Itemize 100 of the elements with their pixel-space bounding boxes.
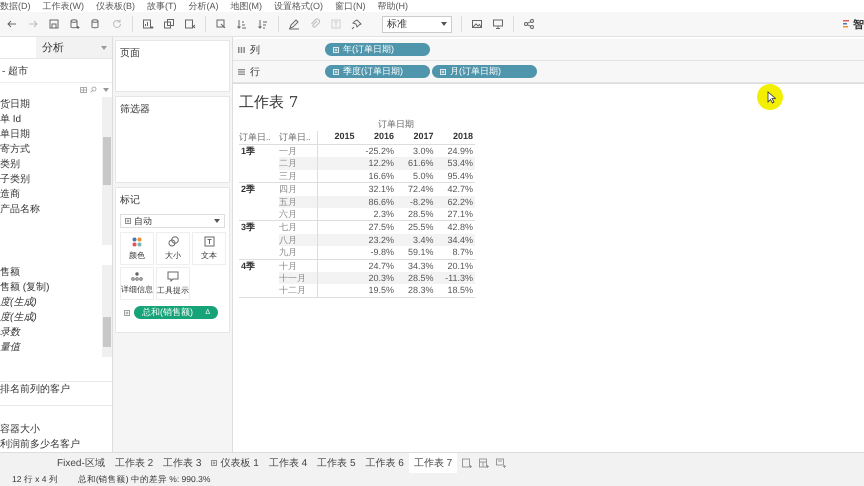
image-icon[interactable] (471, 18, 483, 30)
new-sheet-icon[interactable] (142, 18, 154, 30)
show-me-button[interactable]: 智 (843, 16, 864, 32)
year-header: 2015 (317, 131, 356, 145)
measure-field[interactable]: 量值 (0, 340, 102, 355)
mark-type-dropdown[interactable]: 自动 (120, 214, 225, 228)
set-field[interactable]: 排名前列的客户 (0, 382, 112, 397)
table-cell: 18.5% (436, 284, 475, 298)
dimension-field[interactable]: 造商 (0, 186, 102, 202)
table-cell: 3.4% (396, 234, 436, 246)
marks-card-title: 标记 (120, 194, 141, 207)
month-label: 九月 (279, 246, 317, 260)
monitor-icon[interactable] (492, 18, 504, 30)
sheet-tab[interactable]: 工作表 3 (158, 453, 206, 473)
sheet-tab[interactable]: Fixed-区域 (52, 453, 110, 473)
parameter-field[interactable]: 容器大小 (0, 422, 112, 437)
measure-field[interactable]: 录数 (0, 324, 102, 340)
menu-item[interactable]: 窗口(N) (335, 0, 366, 12)
table-cell: 27.1% (436, 208, 475, 222)
new-dashboard-icon[interactable] (478, 457, 490, 469)
marks-button[interactable]: 颜色 (120, 232, 154, 265)
rows-icon (238, 68, 245, 74)
new-worksheet-icon[interactable] (461, 457, 474, 469)
menu-item[interactable]: 仪表板(B) (96, 0, 135, 12)
sheet-tab[interactable]: 工作表 4 (264, 453, 312, 473)
year-header: 2018 (436, 131, 475, 145)
marks-button[interactable]: 详细信息 (120, 267, 154, 300)
sort-ascending-icon[interactable] (236, 18, 248, 30)
marks-button[interactable]: 工具提示 (156, 267, 190, 300)
month-label: 三月 (279, 170, 317, 184)
table-cell-text: 3.0% (412, 145, 434, 158)
sheet-tab[interactable]: 工作表 2 (110, 453, 158, 473)
new-story-icon[interactable] (495, 457, 508, 469)
dimension-field[interactable]: 单日期 (0, 126, 102, 142)
year-header: 2017 (396, 131, 436, 145)
table-cell: 62.2% (436, 196, 475, 208)
dimension-field[interactable]: 单 Id (0, 112, 102, 127)
columns-icon (238, 46, 245, 52)
table-cell: 53.4% (436, 157, 475, 170)
measure-field[interactable]: 度(生成) (0, 310, 102, 325)
row-header: 订单日.. (239, 131, 279, 145)
table-cell-text: 20.1% (446, 260, 474, 272)
paperclip-icon[interactable] (309, 18, 321, 30)
menu-item[interactable]: 数据(D) (0, 0, 30, 12)
table-cell: 28.3% (396, 284, 436, 298)
table-cell: 34.4% (436, 234, 475, 246)
empty-cell (317, 284, 356, 298)
sheet-tab[interactable]: 工作表 5 (312, 453, 361, 473)
menu-item[interactable]: 设置格式(O) (274, 0, 323, 12)
sheet-tab[interactable]: 工作表 7 (408, 453, 458, 473)
marks-button[interactable]: 大小 (156, 232, 190, 265)
analytics-tab[interactable]: 分析 (36, 37, 112, 58)
dimension-field[interactable]: 货日期 (0, 96, 102, 112)
status-text: 12 行 x 4 列 (12, 474, 58, 486)
row-header: 订单日.. (279, 131, 317, 145)
month-label: 六月 (279, 208, 317, 222)
table-cell: 86.6% (356, 196, 396, 208)
table-cell-text: 24.9% (446, 145, 474, 158)
dimension-field[interactable]: 类别 (0, 156, 102, 172)
measure-field[interactable]: 售额 (复制) (0, 280, 102, 295)
menu-item[interactable]: 帮助(H) (378, 0, 408, 12)
table-cell: 20.3% (356, 272, 396, 284)
database-plus-icon[interactable] (69, 18, 81, 30)
pin-icon[interactable] (351, 18, 363, 30)
dimension-field[interactable]: 寄方式 (0, 142, 102, 157)
sort-descending-icon[interactable] (257, 18, 269, 30)
sheet-tab[interactable]: 工作表 6 (360, 453, 409, 473)
shelf-label: 行 (250, 66, 260, 78)
view-size-dropdown[interactable]: 标准 (382, 16, 452, 32)
measure-field[interactable]: 售额 (0, 264, 102, 280)
scrollbar[interactable] (102, 96, 112, 245)
table-cell: 8.7% (436, 246, 475, 260)
shelf-label: 列 (250, 44, 260, 56)
table-cell-text: 25.5% (406, 221, 434, 234)
duplicate-icon[interactable] (163, 18, 175, 30)
save-icon[interactable] (48, 18, 60, 30)
clear-sheet-icon[interactable] (184, 18, 196, 30)
menu-item[interactable]: 分析(A) (188, 0, 218, 12)
menu-item[interactable]: 故事(T) (147, 0, 176, 12)
pen-icon[interactable] (288, 18, 300, 30)
data-source-name[interactable]: - 超市 (2, 64, 28, 78)
measure-field[interactable]: 度(生成) (0, 294, 102, 310)
dimension-field[interactable]: 产品名称 (0, 202, 102, 217)
parameter-field[interactable]: 利润前多少名客户 (0, 436, 112, 452)
plus-box-icon (333, 46, 339, 52)
menu-item[interactable]: 地图(M) (230, 0, 262, 12)
dots-icon (132, 236, 142, 246)
plus-box-icon (440, 68, 446, 74)
month-label: 八月 (279, 234, 317, 246)
sheet-tab[interactable]: 仪表板 1 (206, 453, 264, 473)
table-cell: 59.1% (396, 246, 436, 260)
table-cell: 16.6% (356, 170, 396, 184)
share-icon[interactable] (523, 18, 535, 30)
scrollbar[interactable] (102, 264, 112, 357)
dimension-field[interactable]: 子类别 (0, 172, 102, 187)
menu-item[interactable]: 工作表(W) (42, 0, 84, 12)
month-label: 七月 (279, 221, 298, 234)
back-icon[interactable] (6, 18, 18, 30)
search-icon[interactable] (90, 86, 97, 94)
marks-button[interactable]: 文本 (192, 232, 226, 265)
